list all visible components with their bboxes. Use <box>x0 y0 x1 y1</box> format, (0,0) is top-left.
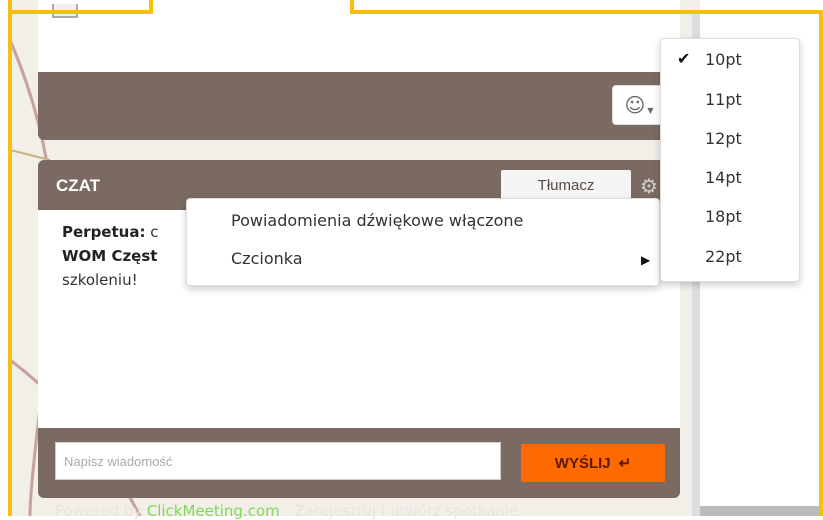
gear-icon[interactable]: ⚙ <box>640 174 658 198</box>
chat-title: CZAT <box>56 176 101 195</box>
frame-top-left <box>8 10 153 14</box>
powered-rest: - Zarejestruj i utwórz spotkanie <box>279 502 519 520</box>
frame-right <box>819 10 823 516</box>
message-input[interactable]: Napisz wiadomość <box>55 442 501 480</box>
font-option-14pt[interactable]: 14pt <box>705 165 742 191</box>
frame-notch-left <box>149 0 153 14</box>
font-option-10pt[interactable]: 10pt <box>705 47 742 73</box>
frame-top-right <box>350 10 823 14</box>
chevron-right-icon: ▶ <box>641 253 651 267</box>
font-option-11pt[interactable]: 11pt <box>705 87 742 113</box>
font-size-menu: ✔ 10pt 11pt 12pt 14pt 18pt 22pt <box>660 38 800 282</box>
message-author: Perpetua: <box>62 223 146 241</box>
send-label: WYŚLIJ <box>554 454 611 472</box>
frame-notch-right <box>350 0 354 14</box>
message-text: c <box>150 223 159 241</box>
settings-menu: Powiadomienia dźwiękowe włączone Czcionk… <box>186 198 660 286</box>
font-option-18pt[interactable]: 18pt <box>705 204 742 230</box>
chat-footer: Napisz wiadomość WYŚLIJ ↵ <box>38 428 680 498</box>
chevron-down-icon: ▼ <box>647 105 654 115</box>
menu-item-sound-notifications[interactable]: Powiadomienia dźwiękowe włączone <box>231 208 523 234</box>
checkmark-icon: ✔ <box>677 49 691 68</box>
enter-arrow-icon: ↵ <box>618 455 632 472</box>
powered-text: Powered by <box>55 502 147 520</box>
bottom-strip <box>700 506 819 516</box>
message-toolbar <box>38 72 680 140</box>
send-button[interactable]: WYŚLIJ ↵ <box>521 444 665 482</box>
message-author: WOM Częst <box>62 247 158 265</box>
powered-by: Powered by ClickMeeting.com - Zarejestru… <box>55 502 518 520</box>
emoji-button[interactable]: ☺ ▼ <box>612 85 666 125</box>
menu-item-font[interactable]: Czcionka <box>231 246 303 272</box>
translate-button[interactable]: Tłumacz <box>501 170 631 200</box>
font-option-22pt[interactable]: 22pt <box>705 244 742 270</box>
clickmeeting-link[interactable]: ClickMeeting.com <box>147 502 280 520</box>
smiley-icon: ☺ <box>624 93 646 117</box>
frame-left <box>8 0 12 516</box>
font-option-12pt[interactable]: 12pt <box>705 126 742 152</box>
